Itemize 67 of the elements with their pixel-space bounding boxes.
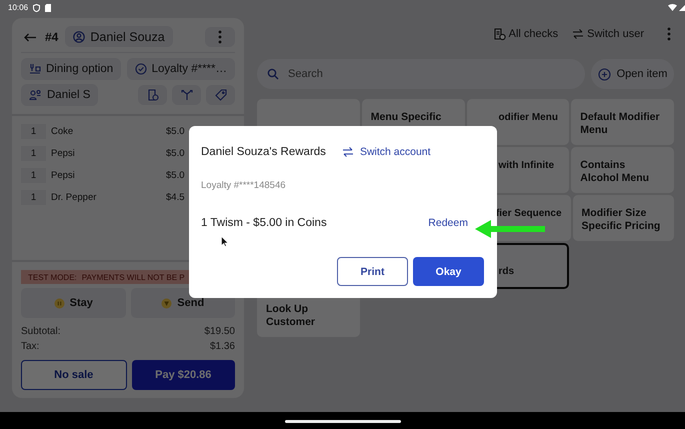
menu-tile[interactable]: Modifier Size Specific Pricing [572,195,674,241]
item-price: $5.0 [166,148,184,158]
total-value: $1.36 [210,340,235,354]
swap-arrows-icon [342,146,354,158]
reward-text: 1 Twism - $5.00 in Coins [201,217,327,229]
search-field[interactable]: Search [257,59,585,89]
discount-button[interactable] [206,85,235,105]
signal-icon [679,4,685,11]
item-name[interactable]: Coke [51,126,166,136]
receipt-icon [492,28,506,40]
stay-button[interactable]: Stay [21,288,126,318]
quantity-badge: 1 [21,190,46,204]
swap-arrows-icon [572,28,584,40]
dialog-title: Daniel Souza's Rewards [201,146,326,158]
quantity-badge: 1 [21,168,46,182]
loyalty-chip[interactable]: Loyalty #****… [126,58,235,80]
order-number: #4 [45,30,58,44]
item-price: $5.0 [166,170,184,180]
person-circle-icon [73,30,86,42]
no-sale-button[interactable]: No sale [21,360,126,390]
table-setting-icon [29,63,41,75]
item-price: $5.0 [166,126,184,136]
back-arrow-icon [24,32,36,42]
customer-chip[interactable]: Daniel Souza [65,26,173,47]
shield-icon [33,4,40,12]
sd-card-icon [45,4,52,12]
status-time: 10:06 [8,3,28,12]
wifi-icon [668,4,677,11]
menu-tile[interactable]: Contains Alcohol Menu [571,147,674,193]
banner-message: PAYMENTS WILL NOT BE P [82,272,185,282]
print-button[interactable]: Print [337,257,408,286]
pay-button[interactable]: Pay $20.86 [132,360,235,390]
more-options-button[interactable] [205,26,235,46]
switch-account-link[interactable]: Switch account [342,146,431,158]
receipt-button[interactable] [138,85,167,105]
total-label: Subtotal: [21,325,60,339]
home-indicator[interactable] [284,420,400,422]
item-name[interactable]: Dr. Pepper [51,192,166,202]
loyalty-number: Loyalty #****148546 [201,180,287,191]
more-options-icon [667,27,671,41]
quantity-badge: 1 [21,124,46,138]
receipt-icon [146,89,158,101]
total-label: Tax: [21,340,40,354]
switch-user-button[interactable]: Switch user [572,28,644,40]
open-item-button[interactable]: Open item [591,59,674,89]
item-price: $4.5 [166,192,184,202]
send-circle-icon [161,298,172,308]
all-checks-button[interactable]: All checks [492,28,558,40]
quantity-badge: 1 [21,146,46,160]
total-value: $19.50 [204,325,235,339]
more-options-icon [218,30,222,44]
item-name[interactable]: Pepsi [51,170,166,180]
badge-check-icon [134,63,147,75]
split-button[interactable] [172,85,201,105]
pause-circle-icon [54,298,65,308]
dining-option-chip[interactable]: Dining option [21,58,122,80]
search-icon [267,68,279,80]
item-name[interactable]: Pepsi [51,148,166,158]
split-arrows-icon [180,89,192,101]
plus-circle-icon [598,68,611,80]
menu-tile[interactable]: Default Modifier Menu [571,99,674,145]
people-icon [29,89,42,101]
banner-title: TEST MODE: [28,272,77,282]
tag-icon [214,89,226,101]
okay-button[interactable]: Okay [413,257,484,286]
mouse-cursor-icon [221,236,228,247]
guest-chip[interactable]: Daniel S [21,84,98,106]
